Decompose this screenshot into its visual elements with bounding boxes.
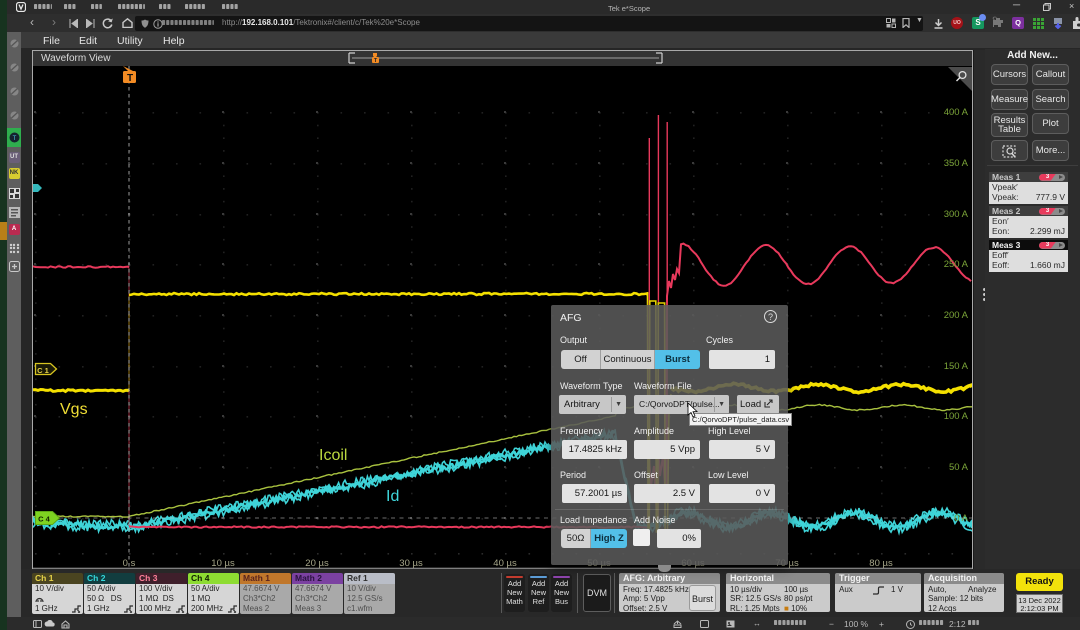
svg-text:Id: Id: [386, 488, 399, 505]
svg-text:T: T: [12, 136, 16, 142]
svg-text:0 s: 0 s: [123, 558, 136, 569]
svg-text:100 A: 100 A: [944, 411, 969, 422]
svg-text:50 A: 50 A: [949, 462, 969, 473]
svg-text:Vgs: Vgs: [60, 401, 88, 418]
svg-text:C 1: C 1: [37, 366, 49, 375]
svg-text:80 µs: 80 µs: [869, 558, 893, 569]
svg-text:300 A: 300 A: [944, 209, 969, 220]
svg-text:150 A: 150 A: [944, 361, 969, 372]
svg-text:200 A: 200 A: [944, 310, 969, 321]
svg-text:Icoil: Icoil: [319, 447, 347, 464]
svg-text:400 A: 400 A: [944, 107, 969, 118]
svg-text:350 A: 350 A: [944, 158, 969, 169]
svg-text:T: T: [127, 73, 133, 84]
svg-text:10 µs: 10 µs: [211, 558, 235, 569]
svg-text:0 A: 0 A: [954, 513, 968, 524]
svg-text:C 4: C 4: [38, 515, 51, 524]
svg-text:40 µs: 40 µs: [493, 558, 517, 569]
svg-text:30 µs: 30 µs: [399, 558, 423, 569]
svg-text:250 A: 250 A: [944, 259, 969, 270]
svg-text:20 µs: 20 µs: [305, 558, 329, 569]
